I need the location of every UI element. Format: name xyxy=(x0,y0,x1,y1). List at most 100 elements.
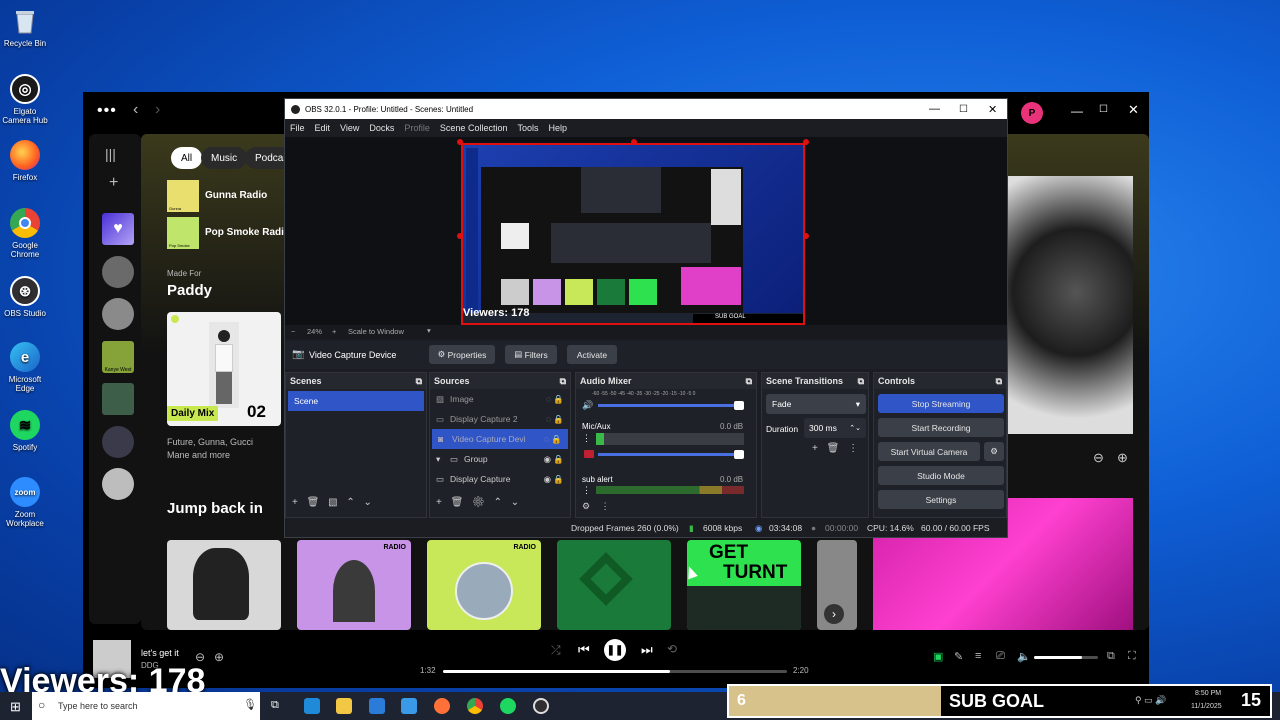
add-icon[interactable]: + xyxy=(109,174,118,192)
fullscreen-icon[interactable]: ⛶ xyxy=(1128,650,1136,663)
taskbar-spotify-icon[interactable] xyxy=(500,698,516,714)
minimize-icon[interactable]: — xyxy=(929,103,940,115)
zoom-in-icon[interactable]: ⊕ xyxy=(1117,450,1128,466)
filters-button[interactable]: ▤ Filters xyxy=(505,345,557,364)
desktop-icon-zoom[interactable]: zoom Zoom Workplace xyxy=(0,477,50,528)
library-icon[interactable]: ||| xyxy=(105,146,116,162)
resize-handle[interactable] xyxy=(457,139,463,145)
taskbar-mail-icon[interactable] xyxy=(401,698,417,714)
mute-icon[interactable] xyxy=(584,450,594,458)
windows-start-icon[interactable]: ⊞ xyxy=(10,699,21,715)
source-group[interactable]: ▾ ▭ Group ◉ 🔒 xyxy=(430,449,570,469)
filter-icon[interactable]: ▧ xyxy=(328,497,337,508)
desktop-icon-recycle-bin[interactable]: Recycle Bin xyxy=(0,6,50,48)
forward-arrow-icon[interactable]: › xyxy=(155,101,160,119)
stop-streaming-button[interactable]: Stop Streaming xyxy=(878,394,1004,413)
resize-handle[interactable] xyxy=(631,139,637,145)
recent-card-radio[interactable]: RADIO xyxy=(427,540,541,630)
add-icon[interactable]: + xyxy=(436,497,442,508)
volume-slider[interactable] xyxy=(1034,656,1098,659)
taskbar-chrome-icon[interactable] xyxy=(467,698,483,714)
menu-docks[interactable]: Docks xyxy=(369,123,394,133)
library-item[interactable] xyxy=(102,426,134,458)
undock-icon[interactable]: ⧉ xyxy=(746,376,752,387)
gear-icon[interactable]: ⚙ xyxy=(472,497,485,508)
previous-icon[interactable]: ⏮ xyxy=(578,642,590,658)
daily-mix-card[interactable]: Daily Mix 02 xyxy=(167,312,281,426)
menu-file[interactable]: File xyxy=(290,123,305,133)
virtual-camera-settings-button[interactable]: ⚙ xyxy=(984,442,1004,461)
resize-handle[interactable] xyxy=(803,233,809,239)
taskbar-firefox-icon[interactable] xyxy=(434,698,450,714)
scale-dropdown-icon[interactable]: ▾ xyxy=(427,326,431,335)
source-item-selected[interactable]: ◙ Video Capture Devi ◌ 🔒 xyxy=(432,429,568,449)
obs-preview[interactable]: SUB GOAL Viewers: 178 xyxy=(285,137,1007,325)
trash-icon[interactable]: 🗑 xyxy=(451,497,464,508)
eye-icon[interactable]: ◉ xyxy=(544,474,551,485)
properties-button[interactable]: ⚙ Properties xyxy=(429,345,495,364)
jump-back-in-title[interactable]: Jump back in xyxy=(167,500,263,517)
taskbar-edge-icon[interactable] xyxy=(304,698,320,714)
track-title[interactable]: let's get it xyxy=(141,648,179,658)
chip-all[interactable]: All xyxy=(171,147,203,169)
microphone-icon[interactable]: 🎙 xyxy=(243,698,257,711)
library-item[interactable] xyxy=(102,298,134,330)
shuffle-icon[interactable]: ⤮ xyxy=(551,643,561,658)
clock-date[interactable]: 11/1/2025 xyxy=(1191,703,1222,710)
add-icon[interactable]: + xyxy=(812,443,818,454)
speaker-icon[interactable]: 🔊 xyxy=(582,400,593,411)
desktop-icon-elgato[interactable]: ◎ Elgato Camera Hub xyxy=(0,74,50,125)
desktop-icon-chrome[interactable]: Google Chrome xyxy=(0,208,50,259)
recent-card-radio[interactable]: RADIO xyxy=(297,540,411,630)
clock-time[interactable]: 8:50 PM xyxy=(1195,690,1221,697)
close-icon[interactable]: ✕ xyxy=(1128,102,1139,118)
move-down-icon[interactable]: ⌄ xyxy=(364,497,372,508)
studio-mode-button[interactable]: Studio Mode xyxy=(878,466,1004,485)
carousel-next-icon[interactable]: › xyxy=(824,604,844,624)
library-item[interactable] xyxy=(102,468,134,500)
move-up-icon[interactable]: ⌃ xyxy=(346,497,354,508)
recent-card-get-turnt[interactable]: GET TURNT xyxy=(687,540,801,630)
now-playing-view-icon[interactable]: ▣ xyxy=(933,650,943,663)
tray-icons[interactable]: ⚲ ▭ 🔊 xyxy=(1135,695,1166,706)
repeat-icon[interactable]: ⟲ xyxy=(667,642,677,656)
radio-thumb[interactable]: Pop Smoke xyxy=(167,217,199,249)
lock-icon[interactable]: 🔒 xyxy=(553,454,564,465)
preview-source-bounds[interactable]: SUB GOAL Viewers: 178 xyxy=(461,143,805,325)
trash-icon[interactable]: 🗑 xyxy=(307,497,320,508)
eye-hidden-icon[interactable]: ◌ xyxy=(544,434,549,444)
more-icon[interactable]: ⋮ xyxy=(582,485,591,496)
now-playing-artwork[interactable] xyxy=(1007,176,1133,434)
source-item[interactable]: ▭ Display Capture ◉ 🔒 xyxy=(430,469,570,489)
next-icon[interactable]: ⏭ xyxy=(641,642,653,658)
recent-card[interactable] xyxy=(167,540,281,630)
scale-mode[interactable]: Scale to Window xyxy=(348,327,404,336)
advanced-audio-icon[interactable]: ⚙ xyxy=(582,501,590,511)
eye-icon[interactable]: ◉ xyxy=(544,454,551,465)
stepper-icon[interactable]: ⌃⌄ xyxy=(849,424,861,432)
more-icon[interactable]: ⋮ xyxy=(848,443,858,454)
volume-slider[interactable] xyxy=(598,450,744,459)
resize-handle[interactable] xyxy=(803,139,809,145)
activate-button[interactable]: Activate xyxy=(567,345,617,364)
library-item[interactable]: Kanye West xyxy=(102,341,134,373)
liked-songs-thumb[interactable]: ♥ xyxy=(102,213,134,245)
lock-icon[interactable]: 🔒 xyxy=(553,414,564,425)
progress-bar[interactable] xyxy=(443,670,787,673)
queue-icon[interactable]: ≡ xyxy=(975,650,981,662)
maximize-icon[interactable]: ☐ xyxy=(1099,104,1108,115)
zoom-out-button[interactable]: − xyxy=(291,327,295,336)
zoom-out-icon[interactable]: ⊖ xyxy=(1093,450,1104,466)
resize-handle[interactable] xyxy=(457,233,463,239)
maximize-icon[interactable]: ☐ xyxy=(959,104,968,115)
library-item[interactable] xyxy=(102,256,134,288)
back-arrow-icon[interactable]: ‹ xyxy=(133,101,138,119)
volume-slider[interactable] xyxy=(598,401,744,410)
taskbar-obs-icon[interactable] xyxy=(533,698,549,714)
source-item[interactable]: ▨ Image ◌ 🔒 xyxy=(430,389,570,409)
desktop-icon-obs[interactable]: ⊛ OBS Studio xyxy=(0,276,50,318)
undock-icon[interactable]: ⧉ xyxy=(858,376,864,387)
radio-thumb[interactable]: Gunna xyxy=(167,180,199,212)
desktop-icon-firefox[interactable]: Firefox xyxy=(0,140,50,182)
library-item[interactable] xyxy=(102,383,134,415)
